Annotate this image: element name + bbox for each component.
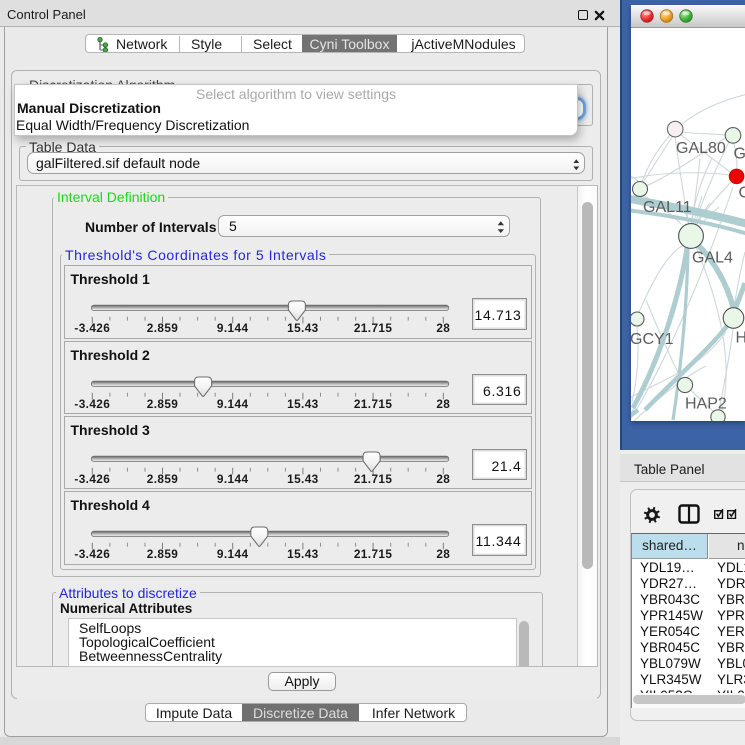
svg-text:15.43: 15.43 [287,321,319,335]
svg-text:HAP2: HAP2 [685,396,727,413]
svg-text:-3.426: -3.426 [74,547,110,561]
svg-text:15.43: 15.43 [287,547,319,561]
svg-text:-3.426: -3.426 [74,321,110,335]
svg-text:C: C [739,185,745,202]
svg-text:2.859: 2.859 [146,472,178,486]
svg-text:28: 28 [436,321,450,335]
svg-text:-3.426: -3.426 [74,397,110,411]
svg-text:GA: GA [734,146,745,163]
svg-text:21.715: 21.715 [353,321,392,335]
svg-text:2.859: 2.859 [146,547,178,561]
svg-text:15.43: 15.43 [287,397,319,411]
svg-text:28: 28 [436,547,450,561]
svg-text:28: 28 [436,397,450,411]
svg-text:GAL11: GAL11 [643,199,692,216]
svg-text:9.144: 9.144 [216,397,248,411]
svg-text:H: H [736,330,745,347]
svg-text:2.859: 2.859 [146,321,178,335]
svg-text:2.859: 2.859 [146,397,178,411]
svg-text:21.715: 21.715 [353,472,392,486]
svg-text:15.43: 15.43 [287,472,319,486]
svg-text:GAL4: GAL4 [692,250,733,267]
svg-text:GAL80: GAL80 [676,140,726,157]
svg-text:9.144: 9.144 [216,472,248,486]
svg-text:-3.426: -3.426 [74,472,110,486]
svg-text:9.144: 9.144 [216,547,248,561]
svg-text:21.715: 21.715 [353,547,392,561]
svg-text:9.144: 9.144 [216,321,248,335]
svg-text:21.715: 21.715 [353,397,392,411]
svg-text:GCY1: GCY1 [631,331,674,348]
svg-text:28: 28 [436,472,450,486]
